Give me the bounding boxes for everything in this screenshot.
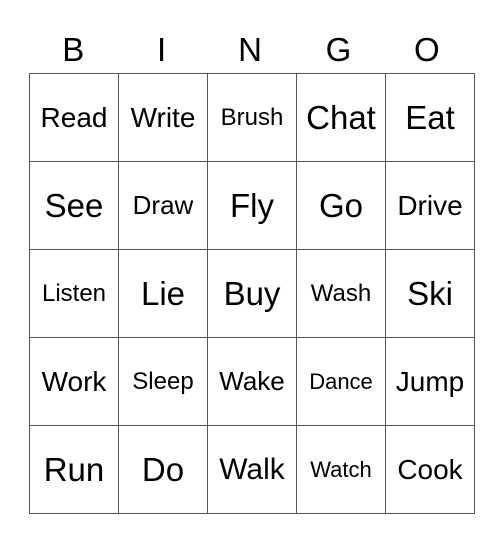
card-cell: Go: [296, 161, 386, 250]
card-cell: Cook: [385, 425, 475, 514]
card-cell: Fly: [207, 161, 297, 250]
card-cell: Write: [118, 73, 208, 162]
card-cell: Wash: [296, 249, 386, 338]
card-row: Run Do Walk Watch Cook: [29, 425, 475, 514]
card-cell: Dance: [296, 337, 386, 426]
card-cell: Drive: [385, 161, 475, 250]
card-cell: Wake: [207, 337, 297, 426]
card-cell: Brush: [207, 73, 297, 162]
header-letter-g: G: [325, 31, 352, 68]
header-letter-i: I: [157, 31, 167, 68]
card-row: Read Write Brush Chat Eat: [29, 73, 475, 162]
card-cell: Buy: [207, 249, 297, 338]
card-cell: Eat: [385, 73, 475, 162]
card-cell: Draw: [118, 161, 208, 250]
header-letter-o: O: [413, 31, 440, 68]
card-cell: Walk: [207, 425, 297, 514]
card-cell: Ski: [385, 249, 475, 338]
card-cell: Sleep: [118, 337, 208, 426]
bingo-card: Read Write Brush Chat Eat See Draw Fly G…: [29, 73, 475, 514]
card-cell: Do: [118, 425, 208, 514]
card-cell: Work: [29, 337, 119, 426]
card-cell: See: [29, 161, 119, 250]
header-letter-b: B: [62, 31, 85, 68]
card-row: Listen Lie Buy Wash Ski: [29, 249, 475, 338]
card-row: See Draw Fly Go Drive: [29, 161, 475, 250]
card-cell: Lie: [118, 249, 208, 338]
card-cell: Run: [29, 425, 119, 514]
card-cell: Read: [29, 73, 119, 162]
card-cell: Watch: [296, 425, 386, 514]
card-cell: Chat: [296, 73, 386, 162]
bingo-header: B I N G O: [29, 28, 471, 72]
header-letter-n: N: [238, 31, 262, 68]
card-cell: Jump: [385, 337, 475, 426]
card-row: Work Sleep Wake Dance Jump: [29, 337, 475, 426]
card-cell: Listen: [29, 249, 119, 338]
